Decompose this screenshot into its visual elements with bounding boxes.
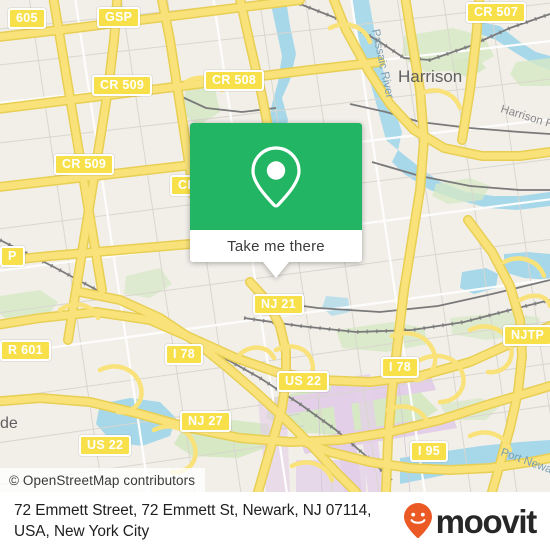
popup-header bbox=[190, 123, 362, 230]
road-shield-gsp[interactable]: GSP bbox=[97, 7, 141, 28]
location-popup-card[interactable]: Take me there bbox=[190, 123, 362, 278]
popup-pointer-tail bbox=[263, 262, 289, 278]
road-shield-p[interactable]: P bbox=[0, 246, 25, 267]
road-shield-cr-507[interactable]: CR 507 bbox=[466, 2, 527, 23]
map-label-harrison: Harrison bbox=[398, 67, 462, 86]
map-pin-icon bbox=[251, 145, 301, 208]
road-shield-i-95[interactable]: I 95 bbox=[410, 441, 449, 462]
road-shield-cr-509[interactable]: CR 509 bbox=[54, 154, 115, 175]
road-shield-nj-27[interactable]: NJ 27 bbox=[180, 411, 231, 432]
road-shield-us-22[interactable]: US 22 bbox=[79, 435, 132, 456]
footer-bar: 72 Emmett Street, 72 Emmett St, Newark, … bbox=[0, 492, 550, 550]
moovit-logo[interactable]: moovit bbox=[403, 502, 538, 540]
road-shield-cr-508[interactable]: CR 508 bbox=[204, 70, 265, 91]
address-text: 72 Emmett Street, 72 Emmett St, Newark, … bbox=[14, 501, 372, 540]
map-attribution: © OpenStreetMap contributors bbox=[0, 468, 206, 492]
moovit-map-screen: Harrison de Passaic River Harrison Re Po… bbox=[0, 0, 550, 550]
moovit-wordmark: moovit bbox=[435, 502, 538, 540]
road-shield-i-78[interactable]: I 78 bbox=[165, 344, 204, 365]
road-shield-njtp[interactable]: NJTP bbox=[503, 325, 550, 346]
attribution-text: © OpenStreetMap contributors bbox=[9, 472, 196, 488]
moovit-smiley-pin-icon bbox=[403, 503, 432, 539]
road-shield-i-78[interactable]: I 78 bbox=[381, 357, 420, 378]
road-shield-nj-21[interactable]: NJ 21 bbox=[253, 294, 304, 315]
map-canvas[interactable]: Harrison de Passaic River Harrison Re Po… bbox=[0, 0, 550, 492]
popup-action-bar[interactable]: Take me there bbox=[190, 230, 362, 262]
road-shield-cr-509[interactable]: CR 509 bbox=[92, 75, 153, 96]
take-me-there-label: Take me there bbox=[227, 237, 325, 255]
map-label-hillside: de bbox=[0, 415, 18, 432]
road-shield-605[interactable]: 605 bbox=[8, 8, 46, 29]
road-shield-r-601[interactable]: R 601 bbox=[0, 340, 51, 361]
road-shield-us-22[interactable]: US 22 bbox=[277, 371, 330, 392]
